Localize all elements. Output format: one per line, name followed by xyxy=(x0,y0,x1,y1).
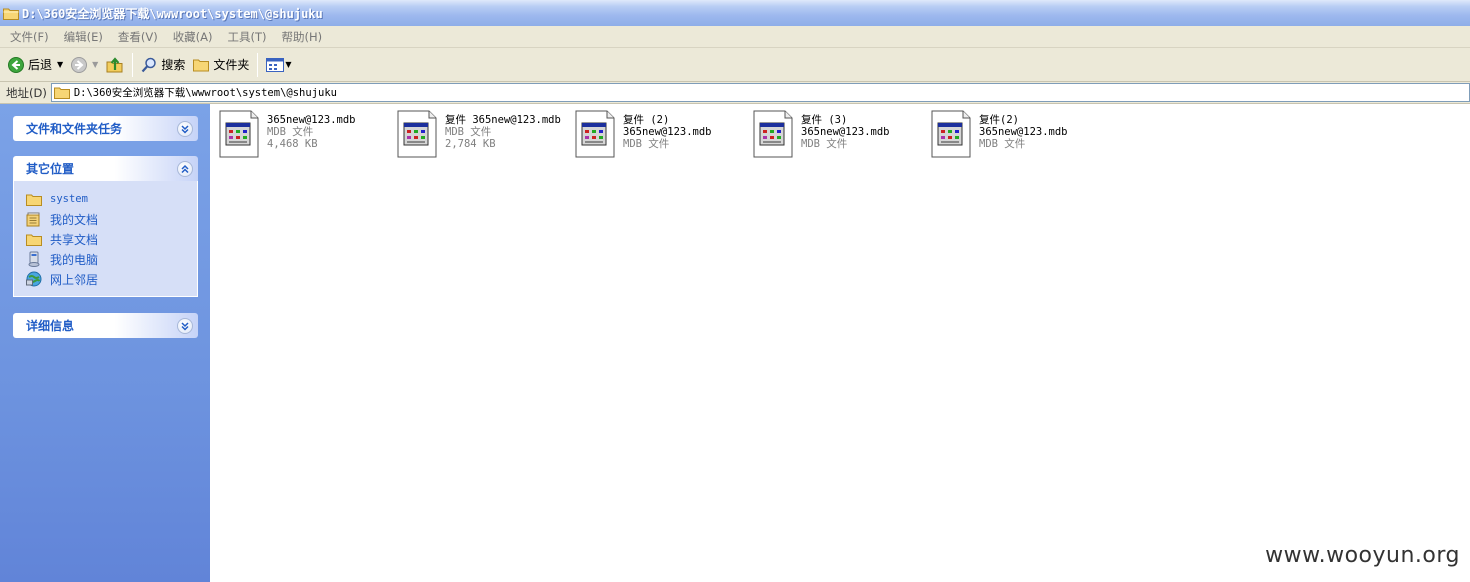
file-size: 2,784 KB xyxy=(445,138,496,150)
details-panel: 详细信息 xyxy=(13,313,198,338)
menu-edit[interactable]: 编辑(E) xyxy=(58,29,109,45)
file-item[interactable]: 复件 (3) 365new@123.mdb MDB 文件 xyxy=(753,110,923,162)
place-my-computer[interactable]: 我的电脑 xyxy=(26,249,197,269)
search-label: 搜索 xyxy=(161,58,186,72)
views-button[interactable]: ▼ xyxy=(262,52,295,78)
folder-icon xyxy=(3,8,19,20)
file-name: 复件 (3) xyxy=(801,114,848,126)
computer-icon xyxy=(28,251,40,267)
menu-help[interactable]: 帮助(H) xyxy=(276,29,329,45)
documents-icon xyxy=(26,212,40,227)
search-icon xyxy=(142,57,157,72)
file-name: 复件 (2) xyxy=(623,114,670,126)
toolbar-separator xyxy=(257,52,259,77)
other-places-body: system 我的文档 共享文档 我的电脑 网上邻居 xyxy=(13,181,198,297)
address-label: 地址(D) xyxy=(6,85,47,100)
file-item[interactable]: 复件 (2) 365new@123.mdb MDB 文件 xyxy=(575,110,745,162)
views-icon xyxy=(266,57,285,72)
title-bar: D:\360安全浏览器下载\wwwroot\system\@shujuku xyxy=(0,0,1470,26)
expand-chevron-icon[interactable] xyxy=(177,317,193,334)
mdb-file-icon xyxy=(753,110,793,158)
menu-bar: 文件(F) 编辑(E) 查看(V) 收藏(A) 工具(T) 帮助(H) xyxy=(0,26,1470,48)
other-places-header[interactable]: 其它位置 xyxy=(13,156,198,181)
task-pane: 文件和文件夹任务 其它位置 system 我的文档 共享文档 我的电脑 网上邻居… xyxy=(0,104,210,582)
back-dropdown-icon[interactable]: ▼ xyxy=(57,60,63,69)
expand-chevron-icon[interactable] xyxy=(177,120,193,137)
file-name-continued: 365new@123.mdb xyxy=(801,126,890,138)
file-type: MDB 文件 xyxy=(979,138,1026,150)
folder-icon xyxy=(26,234,42,246)
place-label: system xyxy=(50,193,88,205)
file-type: MDB 文件 xyxy=(801,138,848,150)
file-type: MDB 文件 xyxy=(445,126,492,138)
network-icon xyxy=(26,271,42,287)
file-type: MDB 文件 xyxy=(623,138,670,150)
up-folder-button[interactable] xyxy=(102,52,128,78)
up-folder-icon xyxy=(106,56,123,72)
file-name-continued: 365new@123.mdb xyxy=(623,126,712,138)
place-shared-documents[interactable]: 共享文档 xyxy=(26,229,197,249)
toolbar-separator xyxy=(132,52,134,77)
place-my-documents[interactable]: 我的文档 xyxy=(26,209,197,229)
address-bar: 地址(D) D:\360安全浏览器下载\wwwroot\system\@shuj… xyxy=(0,82,1470,104)
address-input[interactable]: D:\360安全浏览器下载\wwwroot\system\@shujuku xyxy=(50,83,1470,102)
file-type: MDB 文件 xyxy=(267,126,314,138)
file-item[interactable]: 复件 365new@123.mdb MDB 文件 2,784 KB xyxy=(397,110,567,162)
mdb-file-icon xyxy=(397,110,437,158)
place-label: 我的电脑 xyxy=(50,252,99,267)
window-title: D:\360安全浏览器下载\wwwroot\system\@shujuku xyxy=(22,6,323,21)
details-header[interactable]: 详细信息 xyxy=(13,313,198,338)
folders-icon xyxy=(193,59,210,71)
file-item[interactable]: 复件(2) 365new@123.mdb MDB 文件 xyxy=(931,110,1101,162)
place-system[interactable]: system xyxy=(26,189,197,209)
back-label: 后退 xyxy=(28,58,53,72)
folders-label: 文件夹 xyxy=(213,58,250,72)
collapse-chevron-icon[interactable] xyxy=(177,160,193,177)
folder-icon xyxy=(26,194,42,206)
mdb-file-icon xyxy=(575,110,615,158)
menu-tools[interactable]: 工具(T) xyxy=(222,29,273,45)
place-label: 我的文档 xyxy=(50,212,99,227)
menu-file[interactable]: 文件(F) xyxy=(4,29,55,45)
watermark: www.wooyun.org xyxy=(1265,543,1460,568)
file-name-continued: 365new@123.mdb xyxy=(979,126,1068,138)
file-item[interactable]: 365new@123.mdb MDB 文件 4,468 KB xyxy=(219,110,389,162)
folder-icon xyxy=(53,87,70,99)
views-dropdown-icon[interactable]: ▼ xyxy=(285,60,291,69)
menu-favorites[interactable]: 收藏(A) xyxy=(167,29,219,45)
menu-view[interactable]: 查看(V) xyxy=(112,29,164,45)
forward-arrow-icon xyxy=(71,56,88,73)
file-size: 4,468 KB xyxy=(267,138,318,150)
file-name: 复件(2) xyxy=(979,114,1019,126)
file-folder-tasks-panel: 文件和文件夹任务 xyxy=(13,116,198,141)
file-folder-tasks-header[interactable]: 文件和文件夹任务 xyxy=(13,116,198,141)
other-places-title: 其它位置 xyxy=(26,162,75,176)
other-places-panel: 其它位置 system 我的文档 共享文档 我的电脑 网上邻居 xyxy=(13,156,198,297)
details-title: 详细信息 xyxy=(26,319,75,333)
place-network[interactable]: 网上邻居 xyxy=(26,269,197,289)
folders-button[interactable]: 文件夹 xyxy=(189,52,253,78)
address-value: D:\360安全浏览器下载\wwwroot\system\@shujuku xyxy=(73,87,337,99)
mdb-file-icon xyxy=(931,110,971,158)
search-button[interactable]: 搜索 xyxy=(137,52,189,78)
forward-button[interactable]: ▼ xyxy=(67,52,102,78)
mdb-file-icon xyxy=(219,110,259,158)
forward-dropdown-icon[interactable]: ▼ xyxy=(92,60,98,69)
file-folder-tasks-title: 文件和文件夹任务 xyxy=(26,122,123,136)
toolbar: 后退 ▼ ▼ 搜索 文件夹 ▼ xyxy=(0,48,1470,82)
back-button[interactable]: 后退 ▼ xyxy=(4,52,67,78)
file-view: 365new@123.mdb MDB 文件 4,468 KB 复件 365new… xyxy=(210,104,1470,582)
file-name: 复件 365new@123.mdb xyxy=(445,114,561,126)
back-arrow-icon xyxy=(8,56,24,73)
file-name: 365new@123.mdb xyxy=(267,114,356,126)
place-label: 网上邻居 xyxy=(50,272,99,287)
place-label: 共享文档 xyxy=(50,232,99,247)
